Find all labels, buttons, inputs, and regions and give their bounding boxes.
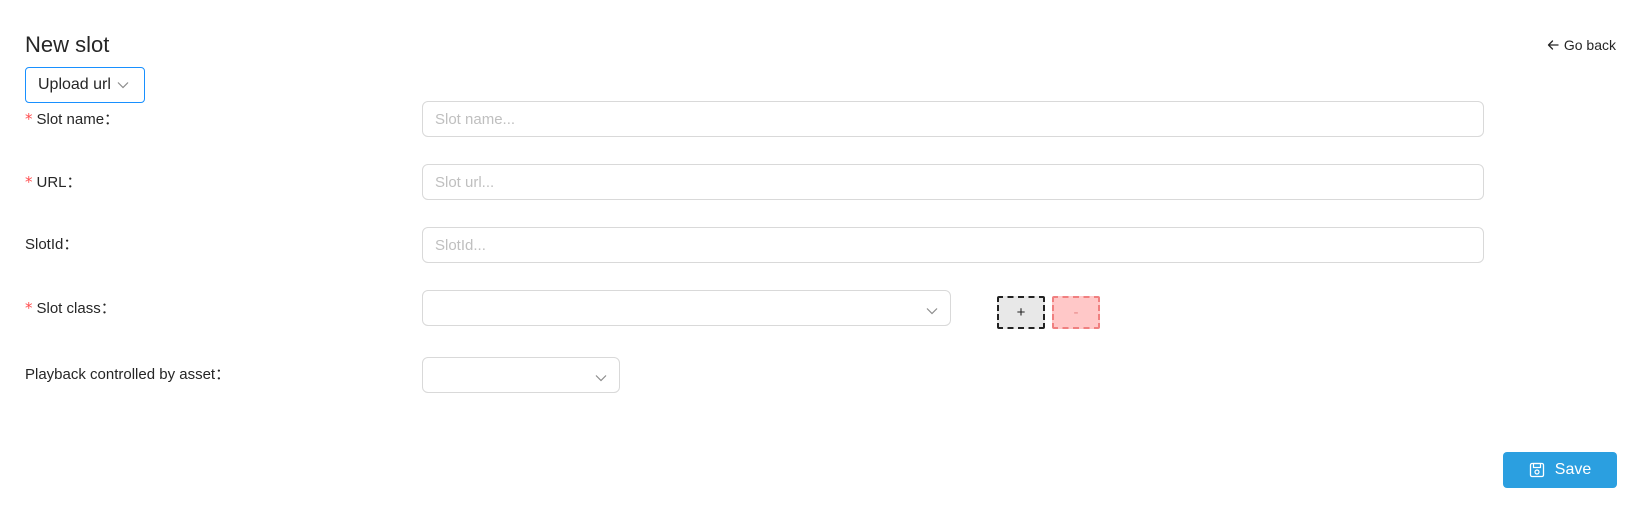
save-icon — [1529, 462, 1545, 478]
slot-name-label-text: Slot name： — [36, 111, 120, 128]
url-input[interactable] — [422, 164, 1484, 200]
url-label: * URL： — [25, 164, 82, 201]
chevron-down-icon — [117, 81, 129, 89]
upload-mode-value: Upload url — [38, 76, 111, 93]
slot-class-label-text: Slot class： — [36, 300, 116, 317]
remove-slot-class-button[interactable]: - — [1052, 296, 1100, 329]
url-label-text: URL： — [36, 174, 82, 191]
arrow-left-icon — [1546, 38, 1560, 52]
slot-name-input[interactable] — [422, 101, 1484, 137]
upload-mode-select[interactable]: Upload url — [25, 67, 145, 103]
slot-name-label: * Slot name： — [25, 101, 119, 138]
slot-id-label: SlotId： — [25, 227, 78, 263]
chevron-down-icon — [595, 369, 607, 387]
playback-row: Playback controlled by asset： — [0, 357, 1642, 393]
playback-label: Playback controlled by asset： — [25, 357, 230, 393]
url-row: * URL： — [0, 164, 1642, 200]
slot-name-row: * Slot name： — [0, 101, 1642, 137]
slot-class-row: * Slot class： + - — [0, 290, 1642, 329]
slot-class-select[interactable] — [422, 290, 951, 326]
slot-id-row: SlotId： — [0, 227, 1642, 263]
add-slot-class-button[interactable]: + — [997, 296, 1045, 329]
go-back-label: Go back — [1563, 37, 1616, 53]
save-button[interactable]: Save — [1503, 452, 1617, 488]
slot-id-input[interactable] — [422, 227, 1484, 263]
go-back-link[interactable]: Go back — [1546, 36, 1616, 54]
required-marker: * — [25, 110, 33, 128]
chevron-down-icon — [926, 302, 938, 320]
required-marker: * — [25, 299, 33, 317]
required-marker: * — [25, 173, 33, 191]
slot-id-label-text: SlotId： — [25, 236, 79, 253]
playback-label-text: Playback controlled by asset： — [25, 366, 231, 383]
page-title: New slot — [25, 32, 110, 57]
slot-class-label: * Slot class： — [25, 290, 116, 327]
save-label: Save — [1554, 461, 1592, 478]
playback-select[interactable] — [422, 357, 620, 393]
